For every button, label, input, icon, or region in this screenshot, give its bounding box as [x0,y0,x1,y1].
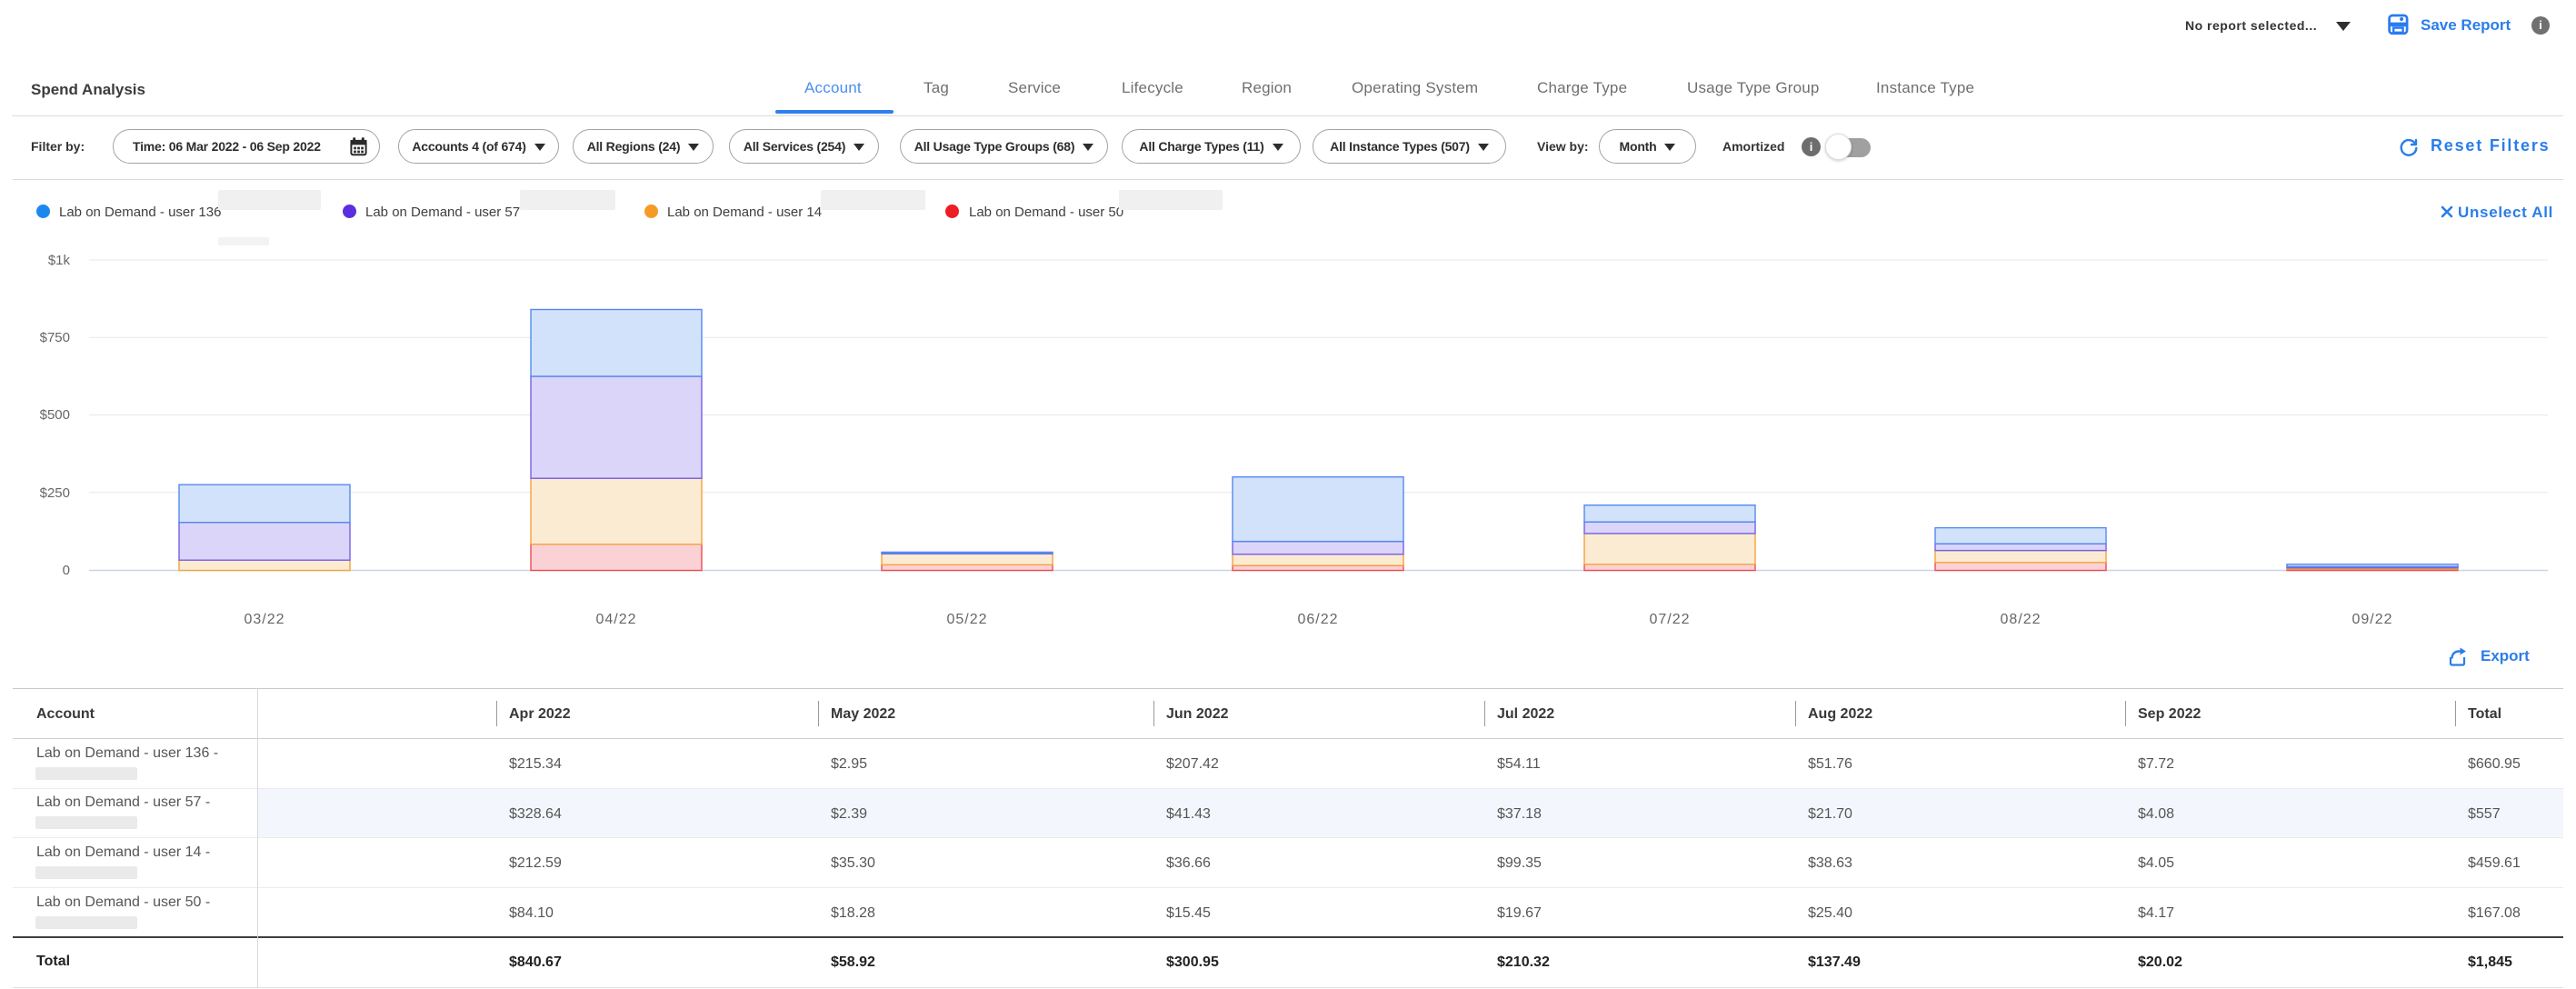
svg-text:04/22: 04/22 [595,612,636,627]
svg-text:09/22: 09/22 [2351,612,2392,627]
svg-text:06/22: 06/22 [1297,612,1338,627]
svg-text:0: 0 [63,563,70,578]
svg-text:07/22: 07/22 [1649,612,1690,627]
svg-text:08/22: 08/22 [2000,612,2041,627]
svg-text:$250: $250 [40,485,70,501]
svg-text:$1k: $1k [48,253,71,268]
svg-text:05/22: 05/22 [946,612,987,627]
svg-text:$500: $500 [40,407,70,423]
svg-text:03/22: 03/22 [244,612,285,627]
svg-text:$750: $750 [40,330,70,345]
